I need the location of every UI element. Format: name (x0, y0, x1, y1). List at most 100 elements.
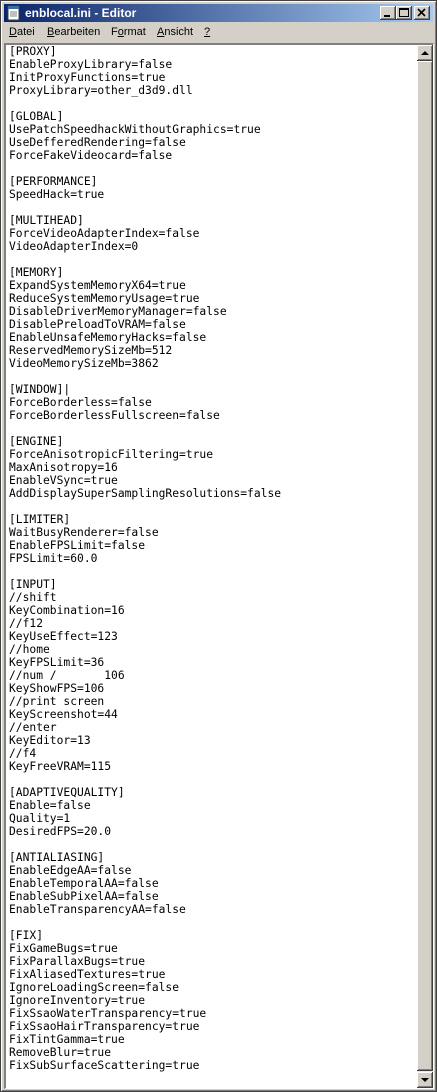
text-line[interactable]: //num / 106 (9, 669, 417, 682)
text-line[interactable]: FixGameBugs=true (9, 942, 417, 955)
text-line[interactable]: [ADAPTIVEQUALITY] (9, 786, 417, 799)
text-line[interactable]: FixSubSurfaceScattering=true (9, 1059, 417, 1072)
text-line[interactable]: Enable=false (9, 799, 417, 812)
text-editor-area[interactable]: [PROXY] EnableProxyLibrary=false InitProxy… (4, 43, 434, 1089)
text-line[interactable] (9, 500, 417, 513)
text-line[interactable]: [INPUT] (9, 578, 417, 591)
text-line[interactable] (9, 422, 417, 435)
text-line[interactable]: KeyFPSLimit=36 (9, 656, 417, 669)
text-line[interactable]: //print screen (9, 695, 417, 708)
text-line[interactable]: UseDefferedRendering=false (9, 136, 417, 149)
text-line[interactable] (9, 162, 417, 175)
text-line[interactable]: KeyEditor=13 (9, 734, 417, 747)
scrollbar-thumb[interactable] (417, 61, 433, 1071)
minimize-icon (384, 15, 390, 17)
text-content[interactable]: [PROXY] EnableProxyLibrary=false InitProxy… (9, 45, 417, 1085)
text-line[interactable] (9, 97, 417, 110)
text-line[interactable]: //shift (9, 591, 417, 604)
text-line[interactable]: Quality=1 (9, 812, 417, 825)
text-line[interactable]: ProxyLibrary=other_d3d9.dll (9, 84, 417, 97)
menu-ansicht[interactable]: Ansicht (157, 26, 193, 38)
text-line[interactable]: [MEMORY] (9, 266, 417, 279)
text-line[interactable] (9, 565, 417, 578)
text-line[interactable]: ForceVideoAdapterIndex=false (9, 227, 417, 240)
text-line[interactable]: FixSsaoHairTransparency=true (9, 1020, 417, 1033)
menu-bar: Datei Bearbeiten Format Ansicht ? (4, 24, 433, 43)
text-line[interactable]: KeyShowFPS=106 (9, 682, 417, 695)
text-line[interactable]: ReservedMemorySizeMb=512 (9, 344, 417, 357)
text-line[interactable]: ForceAnisotropicFiltering=true (9, 448, 417, 461)
text-line[interactable]: FixParallaxBugs=true (9, 955, 417, 968)
text-line[interactable]: KeyUseEffect=123 (9, 630, 417, 643)
text-line[interactable]: EnableTemporalAA=false (9, 877, 417, 890)
text-line[interactable]: KeyScreenshot=44 (9, 708, 417, 721)
text-line[interactable] (9, 201, 417, 214)
scroll-down-button[interactable] (417, 1072, 433, 1088)
text-line[interactable]: RemoveBlur=true (9, 1046, 417, 1059)
text-line[interactable] (9, 370, 417, 383)
text-line[interactable]: ExpandSystemMemoryX64=true (9, 279, 417, 292)
text-line[interactable]: VideoMemorySizeMb=3862 (9, 357, 417, 370)
text-line[interactable]: DisableDriverMemoryManager=false (9, 305, 417, 318)
text-line[interactable]: EnableProxyLibrary=false (9, 58, 417, 71)
menu-datei[interactable]: Datei (9, 26, 35, 38)
text-line[interactable]: SpeedHack=true (9, 188, 417, 201)
maximize-button[interactable] (396, 6, 412, 20)
text-line[interactable]: [GLOBAL] (9, 110, 417, 123)
notepad-icon[interactable] (6, 5, 22, 21)
text-line[interactable]: UsePatchSpeedhackWithoutGraphics=true (9, 123, 417, 136)
text-line[interactable]: [FIX] (9, 929, 417, 942)
text-line[interactable]: [MULTIHEAD] (9, 214, 417, 227)
text-line[interactable]: WaitBusyRenderer=false (9, 526, 417, 539)
text-line[interactable]: KeyFreeVRAM=115 (9, 760, 417, 773)
text-line[interactable]: KeyCombination=16 (9, 604, 417, 617)
window-title: enblocal.ini - Editor (25, 6, 137, 20)
text-line[interactable]: IgnoreLoadingScreen=false (9, 981, 417, 994)
vertical-scrollbar[interactable] (417, 45, 433, 1088)
text-line[interactable] (9, 838, 417, 851)
text-line[interactable]: AddDisplaySuperSamplingResolutions=false (9, 487, 417, 500)
text-line[interactable]: EnableFPSLimit=false (9, 539, 417, 552)
text-line[interactable]: [ANTIALIASING] (9, 851, 417, 864)
text-line[interactable]: FixTintGamma=true (9, 1033, 417, 1046)
editor-window: enblocal.ini - Editor Datei Bearbeiten F… (0, 0, 437, 1092)
menu-help[interactable]: ? (204, 26, 210, 38)
text-line[interactable]: ForceBorderlessFullscreen=false (9, 409, 417, 422)
text-line[interactable]: EnableVSync=true (9, 474, 417, 487)
text-line[interactable]: ForceBorderless=false (9, 396, 417, 409)
text-line[interactable]: [ENGINE] (9, 435, 417, 448)
menu-bearbeiten[interactable]: Bearbeiten (47, 26, 100, 38)
text-line[interactable]: [PERFORMANCE] (9, 175, 417, 188)
text-line[interactable]: MaxAnisotropy=16 (9, 461, 417, 474)
menu-format[interactable]: Format (111, 26, 146, 38)
text-line[interactable] (9, 253, 417, 266)
text-line[interactable]: EnableSubPixelAA=false (9, 890, 417, 903)
text-line[interactable] (9, 916, 417, 929)
text-line[interactable]: DesiredFPS=20.0 (9, 825, 417, 838)
text-line[interactable]: [LIMITER] (9, 513, 417, 526)
text-line[interactable]: [WINDOW]| (9, 383, 417, 396)
text-line[interactable]: ForceFakeVideocard=false (9, 149, 417, 162)
text-line[interactable]: VideoAdapterIndex=0 (9, 240, 417, 253)
text-line[interactable]: //enter (9, 721, 417, 734)
text-line[interactable]: //home (9, 643, 417, 656)
text-line[interactable]: //f4 (9, 747, 417, 760)
text-line[interactable]: FixSsaoWaterTransparency=true (9, 1007, 417, 1020)
text-line[interactable]: ReduceSystemMemoryUsage=true (9, 292, 417, 305)
close-icon (417, 8, 426, 17)
text-line[interactable]: //f12 (9, 617, 417, 630)
text-line[interactable]: InitProxyFunctions=true (9, 71, 417, 84)
text-line[interactable]: IgnoreInventory=true (9, 994, 417, 1007)
close-button[interactable] (414, 6, 430, 20)
text-line[interactable]: EnableEdgeAA=false (9, 864, 417, 877)
scroll-up-button[interactable] (417, 45, 433, 61)
text-line[interactable]: EnableUnsafeMemoryHacks=false (9, 331, 417, 344)
minimize-button[interactable] (380, 6, 396, 20)
text-line[interactable]: FixAliasedTextures=true (9, 968, 417, 981)
text-line[interactable]: [PROXY] (9, 45, 417, 58)
text-line[interactable]: EnableTransparencyAA=false (9, 903, 417, 916)
text-line[interactable]: DisablePreloadToVRAM=false (9, 318, 417, 331)
text-line[interactable]: FPSLimit=60.0 (9, 552, 417, 565)
text-line[interactable] (9, 773, 417, 786)
title-bar[interactable]: enblocal.ini - Editor (4, 4, 433, 22)
